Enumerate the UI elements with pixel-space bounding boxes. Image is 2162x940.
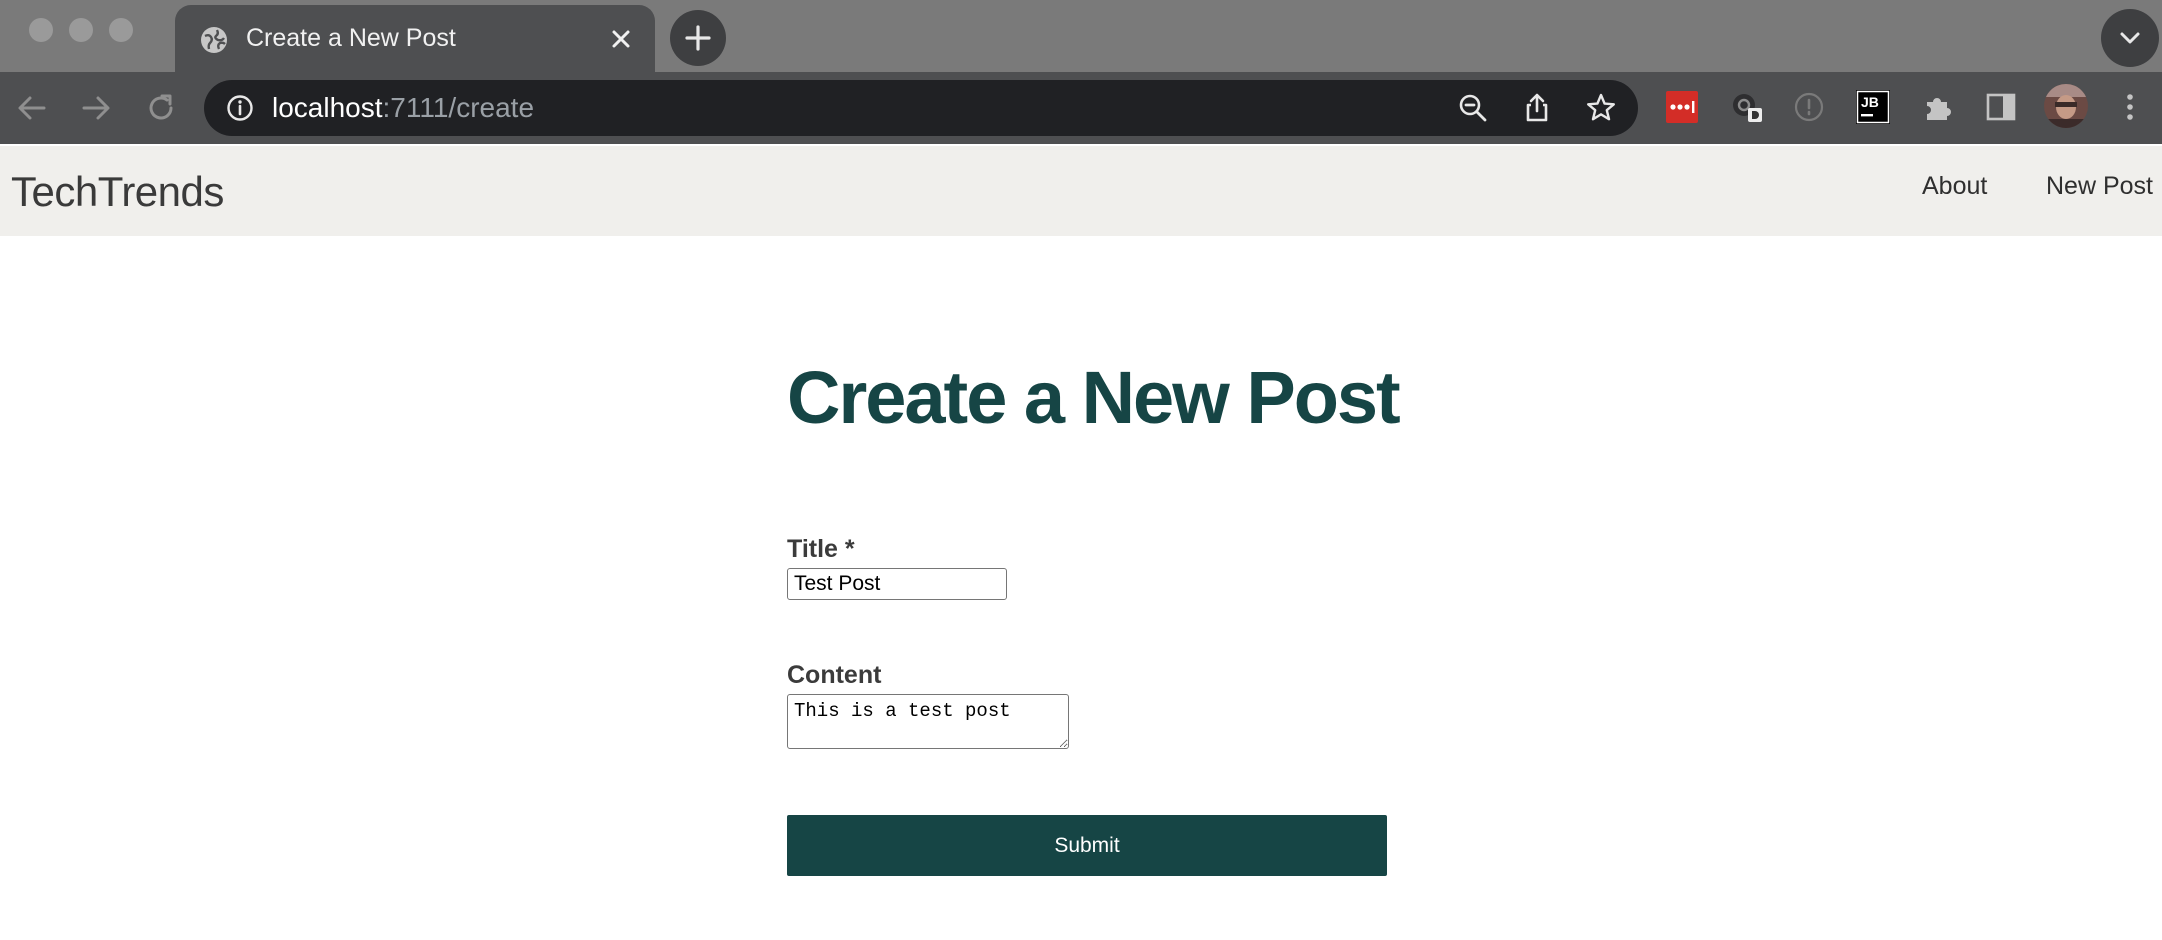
title-input[interactable] [787, 568, 1007, 600]
nav-link-new-post[interactable]: New Post [2046, 172, 2153, 201]
zoom-out-icon[interactable] [1457, 92, 1489, 124]
camera-extension-icon[interactable] [1730, 90, 1764, 124]
browser-tabstrip: Create a New Post [0, 0, 2162, 72]
star-icon[interactable] [1585, 92, 1617, 124]
url-host: localhost [272, 92, 383, 123]
plus-icon [685, 25, 711, 51]
content-textarea[interactable]: This is a test post [787, 694, 1069, 749]
tab-search-button[interactable] [2101, 9, 2159, 67]
submit-button[interactable]: Submit [787, 815, 1387, 876]
puzzle-extensions-icon[interactable] [1921, 90, 1955, 124]
new-tab-button[interactable] [670, 10, 726, 66]
share-icon[interactable] [1521, 92, 1553, 124]
brand-logo-link[interactable]: TechTrends [11, 168, 224, 216]
page-title: Create a New Post [787, 356, 1401, 439]
window-minimize-dot[interactable] [69, 18, 93, 42]
url-path: :7111/create [382, 92, 535, 123]
kebab-menu-icon[interactable] [2113, 90, 2147, 124]
site-navbar: TechTrends About New Post [0, 146, 2162, 236]
browser-toolbar: localhost:7111/create [0, 72, 2162, 144]
side-panel-icon[interactable] [1984, 90, 2018, 124]
reload-icon[interactable] [143, 90, 179, 126]
nav-link-about[interactable]: About [1922, 172, 1987, 201]
jetbrains-extension-icon[interactable]: JB [1856, 90, 1890, 124]
lastpass-extension-icon[interactable] [1665, 90, 1699, 124]
profile-avatar-icon[interactable] [2043, 83, 2089, 129]
info-icon[interactable] [226, 94, 254, 122]
back-arrow-icon[interactable] [14, 90, 50, 126]
window-close-dot[interactable] [29, 18, 53, 42]
history-extension-icon[interactable] [1792, 90, 1826, 124]
close-icon[interactable] [607, 25, 635, 53]
forward-arrow-icon[interactable] [78, 90, 114, 126]
tab-title: Create a New Post [246, 24, 456, 52]
browser-tab-active[interactable]: Create a New Post [175, 5, 655, 72]
url-text[interactable]: localhost:7111/create [272, 92, 534, 124]
address-bar[interactable]: localhost:7111/create [204, 80, 1638, 136]
window-zoom-dot[interactable] [109, 18, 133, 42]
chevron-down-icon [2120, 32, 2140, 44]
content-label: Content [787, 661, 882, 689]
globe-icon [201, 27, 227, 53]
title-label: Title * [787, 535, 855, 563]
svg-text:JB: JB [1861, 94, 1879, 110]
